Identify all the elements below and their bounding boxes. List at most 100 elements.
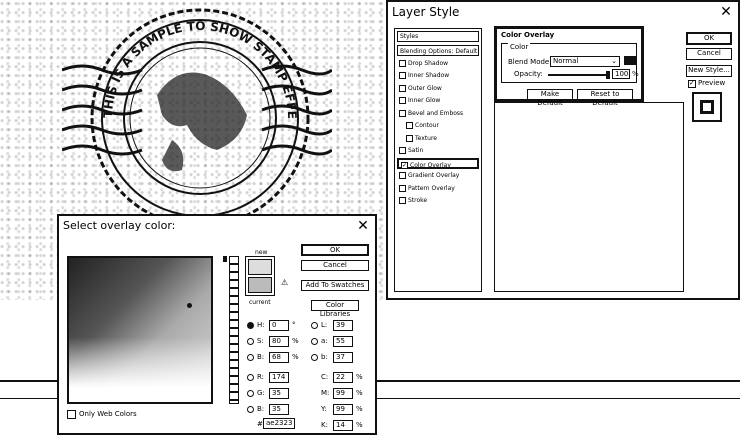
sidebar-item-label: Texture [415,134,437,142]
sidebar-item-label: Gradient Overlay [408,172,460,179]
sidebar-item-checkbox[interactable] [406,122,413,129]
color-overlay-group: Color Overlay Color Blend Mode: Normal ⌄… [494,26,644,107]
field-label: L: [321,321,328,329]
field-radio[interactable] [311,338,318,345]
field-value[interactable]: 35 [269,388,289,399]
field-unit: % [356,389,363,397]
field-unit: ° [292,321,296,329]
field-value[interactable]: 37 [333,352,353,363]
preview-checkbox[interactable]: ✓ [688,79,696,88]
field-radio[interactable] [247,338,254,345]
field-label: B: [257,405,265,413]
field-radio[interactable] [247,390,254,397]
field-value[interactable]: 22 [333,372,353,383]
color-field[interactable] [67,256,213,404]
color-libraries-button[interactable]: Color Libraries [311,300,359,318]
sidebar-item-label: Inner Shadow [408,72,450,79]
sidebar-item[interactable]: Satin [397,145,479,156]
field-label: G: [257,389,265,397]
field-unit: % [356,405,363,413]
field-value[interactable]: 0 [269,320,289,331]
add-to-swatches-button[interactable]: Add To Swatches [301,280,369,291]
color-picker-dialog: Select overlay color: ✕ new current ⚠ OK… [57,214,377,435]
hue-slider-handle[interactable] [223,256,227,262]
sidebar-item-checkbox[interactable] [399,72,406,79]
opacity-slider-handle[interactable] [606,71,610,79]
sidebar-item[interactable]: Inner Glow [397,95,479,106]
field-value[interactable]: 68 [269,352,289,363]
opacity-slider[interactable] [548,74,610,76]
field-value[interactable]: 99 [333,388,353,399]
opacity-label: Opacity: [514,70,543,78]
make-default-button[interactable]: Make Default [527,89,573,107]
field-radio[interactable] [247,322,254,329]
blend-mode-select[interactable]: Normal ⌄ [550,56,620,67]
new-style-button[interactable]: New Style... [686,65,732,77]
overlay-color-swatch[interactable] [624,56,636,65]
field-value[interactable]: 99 [333,404,353,415]
sidebar-item-label: Satin [408,147,424,154]
opacity-field[interactable]: 100 [612,69,630,79]
sidebar-item[interactable]: Blending Options: Default [397,45,479,56]
field-radio[interactable] [247,354,254,361]
picker-ok-button[interactable]: OK [301,244,369,256]
field-radio[interactable] [311,354,318,361]
sidebar-item-checkbox[interactable] [399,109,406,117]
sidebar-item-checkbox[interactable] [399,147,406,154]
cancel-button[interactable]: Cancel [686,48,732,60]
sidebar-item[interactable]: Drop Shadow [397,58,479,69]
field-value[interactable]: 35 [269,404,289,415]
only-web-colors-checkbox[interactable] [67,410,76,419]
field-value[interactable]: 39 [333,320,353,331]
sidebar-item[interactable]: Contour [397,120,479,131]
current-label: current [249,299,271,306]
picker-cancel-button[interactable]: Cancel [301,260,369,271]
sidebar-item[interactable]: Inner Shadow [397,70,479,81]
styles-header[interactable]: Styles [397,31,479,42]
hex-label: # [257,420,263,428]
sidebar-item-checkbox[interactable]: ✓ [401,161,408,169]
close-icon[interactable]: ✕ [355,218,371,234]
color-compare [245,256,275,296]
sidebar-item-label: Outer Glow [408,84,442,92]
close-icon[interactable]: ✕ [718,4,734,20]
field-value[interactable]: 80 [269,336,289,347]
current-color-swatch[interactable] [248,277,272,293]
sidebar-item-checkbox[interactable] [399,97,406,104]
only-web-colors-label: Only Web Colors [79,410,137,418]
sidebar-item-checkbox[interactable] [399,184,406,192]
reset-default-button[interactable]: Reset to Default [577,89,633,107]
field-radio[interactable] [247,374,254,381]
sidebar-item[interactable]: Outer Glow [397,83,479,94]
sidebar-item-label: Pattern Overlay [408,184,455,192]
hue-slider[interactable] [229,256,239,404]
new-color-swatch [248,259,272,275]
sidebar-item[interactable]: Texture [397,133,479,144]
gamut-warning-icon[interactable]: ⚠ [281,278,288,287]
sidebar-item-checkbox[interactable] [406,134,413,142]
field-label: H: [257,321,265,329]
sidebar-item[interactable]: Gradient Overlay [397,170,479,181]
sidebar-item[interactable]: ✓ Color Overlay [397,157,479,169]
hex-field[interactable]: ae2323 [263,418,295,429]
styles-sidebar: Styles Blending Options: Default Drop Sha… [394,28,482,292]
sidebar-item-checkbox[interactable] [399,172,406,179]
color-field-marker[interactable] [187,303,192,308]
sidebar-item[interactable]: Pattern Overlay [397,183,479,194]
field-value[interactable]: 55 [333,336,353,347]
field-value[interactable]: 14 [333,420,353,431]
sidebar-item-checkbox[interactable] [399,59,406,67]
field-value[interactable]: 174 [269,372,289,383]
sidebar-item[interactable]: Bevel and Emboss [397,108,479,119]
layer-style-title: Layer Style [392,5,460,19]
color-overlay-heading: Color Overlay [501,31,555,39]
sidebar-item[interactable]: Stroke [397,195,479,206]
field-radio[interactable] [311,322,318,329]
sidebar-item-label: Bevel and Emboss [408,109,464,117]
field-label: S: [257,337,264,345]
sidebar-item-checkbox[interactable] [399,197,406,204]
sidebar-item-checkbox[interactable] [399,84,406,92]
field-radio[interactable] [247,406,254,413]
sidebar-item-label: Inner Glow [408,97,441,104]
ok-button[interactable]: OK [686,32,732,45]
